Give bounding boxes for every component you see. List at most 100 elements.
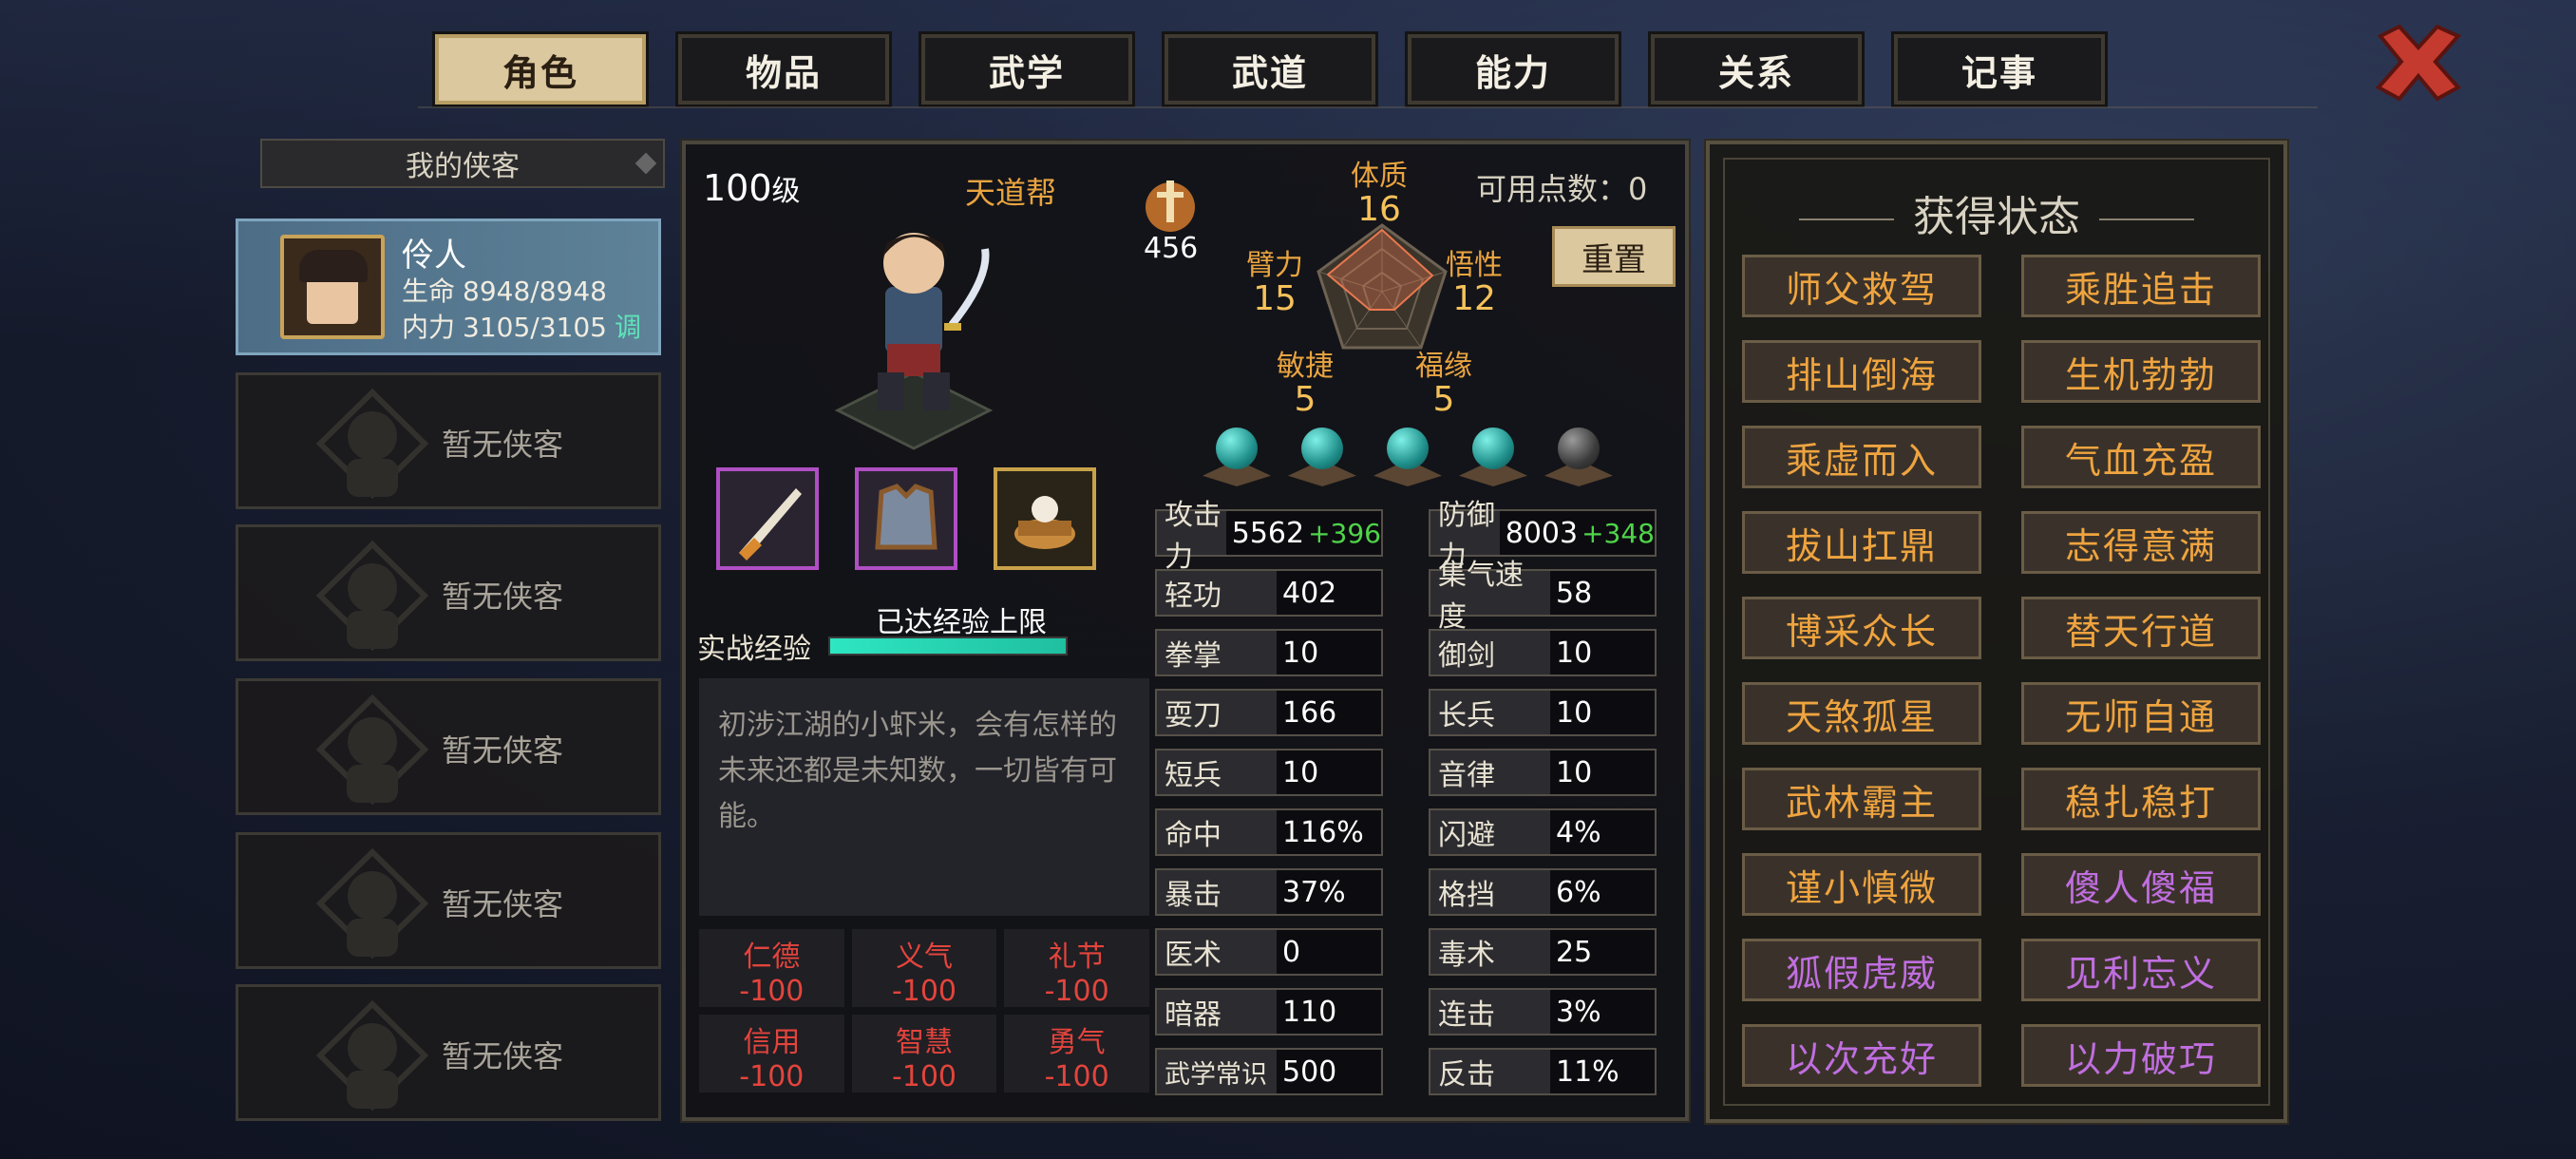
moral-cell: 义气 -100	[851, 929, 997, 1008]
close-icon[interactable]	[2371, 19, 2466, 104]
mp-value: 3105/3105	[463, 312, 607, 343]
top-tab-bar: 角色 物品 武学 武道 能力 关系 记事	[432, 31, 2108, 107]
buff-item[interactable]: 排山倒海	[1742, 340, 1981, 403]
roster-card-empty[interactable]: 暂无侠客	[236, 372, 661, 509]
exp-fill	[830, 638, 1066, 654]
level: 100级	[703, 167, 801, 209]
sword-icon	[1146, 180, 1195, 232]
buff-item[interactable]: 稳扎稳打	[2021, 768, 2261, 830]
stat-row: 拳掌 10	[1155, 629, 1383, 676]
stat-row: 命中 116%	[1155, 808, 1383, 856]
silhouette-icon	[315, 1000, 429, 1111]
orb-empty	[1544, 428, 1613, 496]
stat-row: 暗器 110	[1155, 988, 1383, 1036]
stats-grid: 攻击力 5562 +396 防御力 8003 +348 轻功 402 集气速度 58 拳掌 1…	[1155, 499, 1657, 1095]
empty-label: 暂无侠客	[442, 1038, 564, 1074]
tab-character[interactable]: 角色	[432, 31, 649, 107]
blade-icon	[739, 488, 802, 560]
orb-teal	[1459, 428, 1527, 496]
buff-item[interactable]: 以力破巧	[2021, 1024, 2261, 1087]
roster-card-selected[interactable]: 伶人 生命 8948/8948 内力 3105/3105 调	[236, 218, 661, 355]
buff-item[interactable]: 生机勃勃	[2021, 340, 2261, 403]
stat-row: 音律 10	[1429, 749, 1657, 796]
buff-item[interactable]: 气血充盈	[2021, 426, 2261, 488]
tab-martial-arts[interactable]: 武学	[919, 31, 1135, 107]
attr-strength: 臂力 15	[1246, 249, 1303, 318]
pearl-icon	[1014, 496, 1075, 549]
hp-value: 8948/8948	[463, 276, 607, 307]
armor-icon	[875, 484, 938, 550]
tab-relations[interactable]: 关系	[1648, 31, 1865, 107]
buff-item[interactable]: 谨小慎微	[1742, 853, 1981, 916]
attr-insight: 悟性 12	[1446, 249, 1503, 318]
silhouette-icon	[315, 389, 429, 499]
tab-items[interactable]: 物品	[675, 31, 892, 107]
stat-row: 短兵 10	[1155, 749, 1383, 796]
accessory-slot[interactable]	[994, 467, 1096, 570]
moral-cell: 礼节 -100	[1004, 929, 1149, 1008]
roster-card-empty[interactable]: 暂无侠客	[236, 832, 661, 969]
buff-item[interactable]: 以次充好	[1742, 1024, 1981, 1087]
buff-item[interactable]: 志得意满	[2021, 511, 2261, 574]
buff-item[interactable]: 天煞孤星	[1742, 682, 1981, 745]
stat-row: 毒术 25	[1429, 928, 1657, 976]
stat-row: 医术 0	[1155, 928, 1383, 976]
silhouette-icon	[315, 541, 429, 651]
buff-item[interactable]: 傻人傻福	[2021, 853, 2261, 916]
buff-item[interactable]: 武林霸主	[1742, 768, 1981, 830]
buff-item[interactable]: 乘虚而入	[1742, 426, 1981, 488]
stat-row: 反击 11%	[1429, 1048, 1657, 1095]
stat-row: 防御力 8003 +348	[1429, 499, 1657, 574]
exp-cap-label: 已达经验上限	[876, 606, 1047, 639]
buff-item[interactable]: 替天行道	[2021, 597, 2261, 659]
stat-row: 长兵 10	[1429, 689, 1657, 736]
empty-label: 暂无侠客	[442, 579, 564, 615]
orb-teal	[1203, 428, 1271, 496]
diamond-icon	[635, 152, 657, 175]
buff-item[interactable]: 狐假虎威	[1742, 939, 1981, 1001]
buff-item[interactable]: 博采众长	[1742, 597, 1981, 659]
stat-row: 轻功 402	[1155, 569, 1383, 617]
roster-card-empty[interactable]: 暂无侠客	[236, 524, 661, 661]
tab-martial-way[interactable]: 武道	[1162, 31, 1378, 107]
stat-row: 暴击 37%	[1155, 868, 1383, 916]
attr-constitution: 体质 16	[1351, 160, 1408, 229]
stat-row: 攻击力 5562 +396	[1155, 499, 1383, 574]
character-panel: 100级 天道帮 456 体质 16 臂力 15 悟性 12 敏捷 5 福缘 5 可用点数…	[680, 139, 1691, 1123]
attr-fortune: 福缘 5	[1415, 350, 1472, 419]
moral-cell: 信用 -100	[699, 1015, 844, 1093]
roster-card-empty[interactable]: 暂无侠客	[236, 984, 661, 1121]
divider	[418, 106, 2318, 108]
available-points: 可用点数：0	[1476, 171, 1648, 207]
attr-agility: 敏捷 5	[1277, 350, 1334, 419]
reset-button[interactable]: 重置	[1552, 226, 1676, 287]
adjust-button[interactable]: 调	[615, 312, 641, 343]
empty-label: 暂无侠客	[442, 886, 564, 922]
exp-label: 实战经验	[697, 633, 811, 666]
character-sprite	[834, 233, 994, 450]
buff-grid: 师父救驾 乘胜追击 排山倒海 生机勃勃 乘虚而入 气血充盈 拔山扛鼎 志得意满 …	[1742, 255, 2261, 1087]
buff-item[interactable]: 乘胜追击	[2021, 255, 2261, 317]
status-panel: 获得状态 师父救驾 乘胜追击 排山倒海 生机勃勃 乘虚而入 气血充盈 拔山扛鼎 …	[1704, 139, 2289, 1125]
buff-item[interactable]: 见利忘义	[2021, 939, 2261, 1001]
exp-bar	[828, 636, 1068, 656]
buff-item[interactable]: 师父救驾	[1742, 255, 1981, 317]
mp-row: 内力 3105/3105 调	[402, 312, 641, 343]
buff-item[interactable]: 拔山扛鼎	[1742, 511, 1981, 574]
armor-slot[interactable]	[855, 467, 957, 570]
roster-title: 我的侠客	[406, 150, 520, 183]
moral-cell: 仁德 -100	[699, 929, 844, 1008]
buff-item[interactable]: 无师自通	[2021, 682, 2261, 745]
roster-card-empty[interactable]: 暂无侠客	[236, 678, 661, 815]
roster-header: 我的侠客	[260, 139, 665, 188]
character-description: 初涉江湖的小虾米，会有怎样的未来还都是未知数，一切皆有可能。	[699, 678, 1149, 916]
character-name: 伶人	[402, 237, 466, 275]
moral-cell: 勇气 -100	[1004, 1015, 1149, 1093]
tab-abilities[interactable]: 能力	[1405, 31, 1621, 107]
combat-power: 456	[1144, 232, 1199, 265]
hp-row: 生命 8948/8948	[402, 276, 607, 307]
tab-journal[interactable]: 记事	[1891, 31, 2108, 107]
weapon-slot[interactable]	[716, 467, 819, 570]
empty-label: 暂无侠客	[442, 732, 564, 769]
silhouette-icon	[315, 848, 429, 959]
